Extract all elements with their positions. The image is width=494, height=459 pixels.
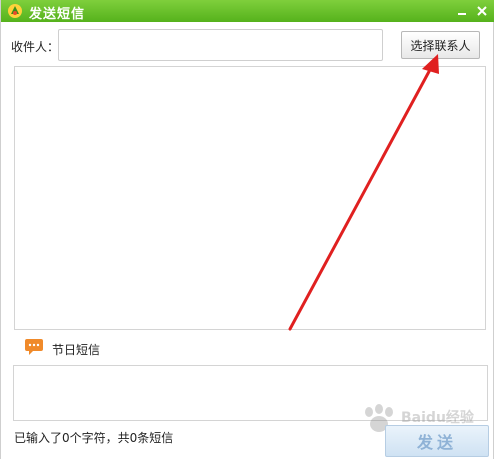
send-sms-window: 发送短信 收件人： 选择联系人 节日短信 已输入了0个字符，共0条短信 Baid… bbox=[0, 0, 494, 459]
send-button[interactable]: 发送 bbox=[385, 425, 489, 457]
window-title: 发送短信 bbox=[29, 7, 86, 22]
speech-bubble-icon[interactable] bbox=[24, 338, 44, 356]
minimize-button[interactable] bbox=[453, 2, 471, 20]
minimize-icon bbox=[458, 13, 466, 15]
character-count-status: 已输入了0个字符，共0条短信 bbox=[14, 431, 174, 445]
recipient-input[interactable] bbox=[58, 29, 383, 61]
holiday-sms-link[interactable]: 节日短信 bbox=[52, 341, 100, 358]
recipient-label: 收件人： bbox=[11, 40, 60, 54]
close-button[interactable] bbox=[473, 2, 491, 20]
select-contact-button[interactable]: 选择联系人 bbox=[401, 31, 480, 59]
close-icon bbox=[477, 6, 487, 16]
title-bar[interactable]: 发送短信 bbox=[1, 0, 494, 22]
message-textarea[interactable] bbox=[14, 66, 486, 330]
app-logo-icon bbox=[8, 4, 22, 18]
svg-text:Baidu经验: Baidu经验 bbox=[401, 409, 475, 426]
